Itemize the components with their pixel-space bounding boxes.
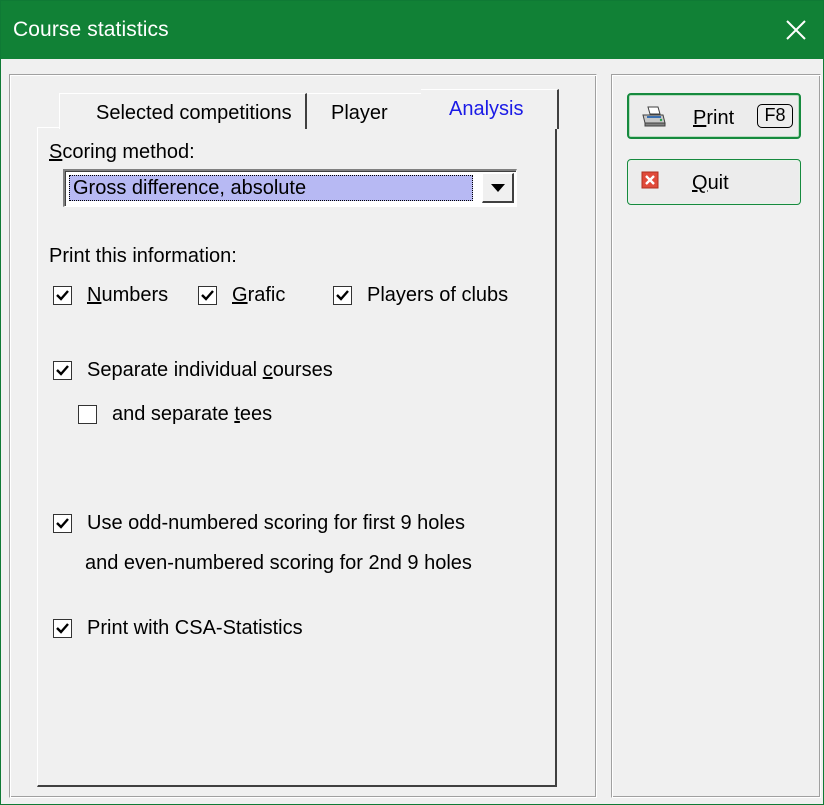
- print-button[interactable]: Print F8: [627, 93, 801, 139]
- print-shortcut-key: F8: [757, 104, 793, 128]
- tab-player[interactable]: Player: [307, 93, 421, 129]
- odd-even-scoring-checkbox[interactable]: [53, 514, 72, 533]
- scoring-method-label: Scoring method:: [49, 141, 195, 163]
- separate-courses-checkbox[interactable]: [53, 361, 72, 380]
- numbers-label[interactable]: Numbers: [87, 284, 168, 307]
- separate-tees-label[interactable]: and separate tees: [112, 403, 272, 426]
- separate-tees-checkbox[interactable]: [78, 405, 97, 424]
- check-icon: [56, 365, 69, 376]
- tab-label: Selected competitions: [96, 102, 292, 124]
- check-icon: [56, 623, 69, 634]
- tab-label: Analysis: [449, 98, 524, 120]
- print-button-label: Print: [693, 107, 735, 129]
- tab-selected-competitions[interactable]: Selected competitions: [59, 93, 307, 129]
- chevron-down-icon: [490, 183, 505, 192]
- course-statistics-window: Course statistics Selected competitions …: [0, 0, 824, 805]
- check-icon: [56, 518, 69, 529]
- even-scoring-label: and even-numbered scoring for 2nd 9 hole…: [85, 552, 472, 574]
- players-of-clubs-label[interactable]: Players of clubs: [367, 284, 508, 307]
- players-of-clubs-checkbox[interactable]: [333, 286, 352, 305]
- grafic-checkbox[interactable]: [198, 286, 217, 305]
- dropdown-arrow-button[interactable]: [482, 173, 514, 203]
- scoring-method-select[interactable]: Gross difference, absolute: [63, 169, 517, 207]
- printer-icon: [642, 106, 666, 127]
- quit-button-label: Quit: [692, 172, 729, 194]
- grafic-label[interactable]: Grafic: [232, 284, 285, 307]
- scoring-method-value: Gross difference, absolute: [69, 175, 473, 201]
- close-icon: [786, 20, 806, 40]
- tab-label: Player: [331, 102, 388, 124]
- csa-statistics-label[interactable]: Print with CSA-Statistics: [87, 617, 303, 640]
- quit-button[interactable]: Quit: [627, 159, 801, 205]
- tab-analysis[interactable]: Analysis: [421, 89, 559, 129]
- csa-statistics-checkbox[interactable]: [53, 619, 72, 638]
- numbers-checkbox[interactable]: [53, 286, 72, 305]
- odd-scoring-label[interactable]: Use odd-numbered scoring for first 9 hol…: [87, 512, 465, 535]
- red-x-icon: [641, 171, 659, 189]
- window-title: Course statistics: [13, 18, 169, 41]
- print-info-label: Print this information:: [49, 245, 237, 267]
- check-icon: [336, 290, 349, 301]
- close-button[interactable]: [773, 7, 819, 53]
- separate-courses-label[interactable]: Separate individual courses: [87, 359, 333, 382]
- title-bar[interactable]: Course statistics: [1, 1, 823, 59]
- check-icon: [56, 290, 69, 301]
- check-icon: [201, 290, 214, 301]
- analysis-tab-panel: [37, 127, 557, 787]
